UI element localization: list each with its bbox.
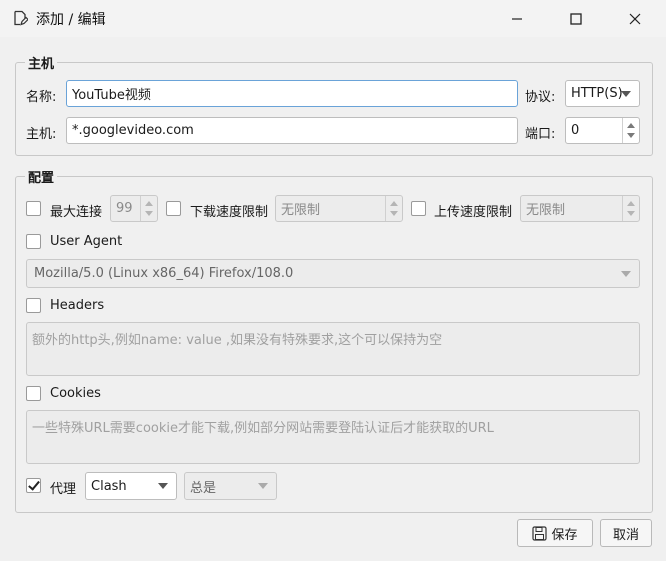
port-stepper[interactable] — [622, 118, 639, 143]
arrow-down-icon[interactable] — [390, 211, 398, 216]
cancel-button-label: 取消 — [612, 527, 639, 543]
download-limit-checkbox[interactable] — [166, 201, 181, 216]
port-label: 端口: — [525, 127, 556, 142]
protocol-label: 协议: — [525, 90, 556, 105]
proxy-checkbox[interactable] — [26, 478, 41, 493]
maximize-icon — [570, 12, 582, 25]
chevron-down-icon — [621, 270, 631, 277]
proxy-value: Clash — [91, 478, 127, 494]
upload-limit-label: 上传速度限制 — [434, 205, 513, 220]
user-agent-select[interactable]: Mozilla/5.0 (Linux x86_64) Firefox/108.0 — [26, 259, 640, 288]
upload-limit-value: 无限制 — [526, 203, 566, 218]
cookies-checkbox[interactable] — [26, 386, 41, 401]
arrow-up-icon[interactable] — [145, 201, 153, 206]
download-limit-spinbox[interactable]: 无限制 — [275, 195, 403, 222]
title-bar: 添加 / 编辑 — [0, 0, 666, 37]
chevron-down-icon — [158, 483, 168, 489]
host-input[interactable]: *.googlevideo.com — [66, 117, 518, 144]
arrow-down-icon[interactable] — [627, 133, 635, 138]
max-connections-stepper[interactable] — [140, 196, 157, 221]
user-agent-value: Mozilla/5.0 (Linux x86_64) Firefox/108.0 — [34, 266, 294, 281]
cancel-button[interactable]: 取消 — [600, 519, 652, 547]
arrow-up-icon[interactable] — [627, 123, 635, 128]
chevron-down-icon — [621, 90, 631, 97]
max-connections-label: 最大连接 — [50, 205, 103, 220]
maximize-button[interactable] — [553, 0, 599, 37]
max-connections-value: 99 — [116, 201, 133, 216]
download-limit-stepper[interactable] — [385, 196, 402, 221]
name-input[interactable]: YouTube视频 — [66, 80, 518, 107]
minimize-button[interactable] — [494, 0, 540, 37]
max-connections-spinbox[interactable]: 99 — [110, 195, 158, 222]
port-value: 0 — [571, 123, 580, 138]
proxy-select[interactable]: Clash — [85, 472, 177, 500]
minimize-icon — [512, 17, 522, 20]
window-title: 添加 / 编辑 — [36, 12, 106, 28]
download-limit-label: 下载速度限制 — [190, 205, 269, 220]
save-button[interactable]: 保存 — [517, 519, 593, 547]
arrow-down-icon[interactable] — [627, 211, 635, 216]
user-agent-checkbox[interactable] — [26, 234, 41, 249]
cookies-label: Cookies — [50, 386, 101, 401]
max-connections-checkbox[interactable] — [26, 201, 41, 216]
upload-limit-stepper[interactable] — [622, 196, 639, 221]
headers-label: Headers — [50, 298, 105, 313]
floppy-disk-icon — [532, 525, 548, 541]
edit-document-icon — [14, 10, 28, 26]
upload-limit-checkbox[interactable] — [411, 201, 426, 216]
close-icon — [629, 13, 641, 24]
arrow-up-icon[interactable] — [627, 201, 635, 206]
name-label: 名称: — [26, 90, 57, 105]
upload-limit-spinbox[interactable]: 无限制 — [520, 195, 640, 222]
save-button-label: 保存 — [551, 527, 578, 543]
proxy-mode-value: 总是 — [190, 480, 217, 496]
arrow-up-icon[interactable] — [390, 201, 398, 206]
headers-checkbox[interactable] — [26, 298, 41, 313]
port-spinbox[interactable]: 0 — [565, 117, 640, 144]
arrow-down-icon[interactable] — [145, 211, 153, 216]
chevron-down-icon — [258, 483, 268, 489]
cookies-textarea[interactable]: 一些特殊URL需要cookie才能下载,例如部分网站需要登陆认证后才能获取的UR… — [26, 410, 640, 464]
config-group-title: 配置 — [25, 167, 58, 186]
host-group-title: 主机 — [25, 53, 58, 72]
close-button[interactable] — [612, 0, 658, 37]
user-agent-label: User Agent — [50, 234, 123, 249]
protocol-select[interactable]: HTTP(S) — [565, 80, 640, 107]
protocol-value: HTTP(S) — [571, 86, 623, 101]
headers-textarea[interactable]: 额外的http头,例如name: value ,如果没有特殊要求,这个可以保持为… — [26, 322, 640, 376]
proxy-label: 代理 — [50, 482, 77, 497]
host-label: 主机: — [26, 127, 57, 142]
download-limit-value: 无限制 — [281, 203, 321, 218]
proxy-mode-select[interactable]: 总是 — [184, 472, 277, 500]
